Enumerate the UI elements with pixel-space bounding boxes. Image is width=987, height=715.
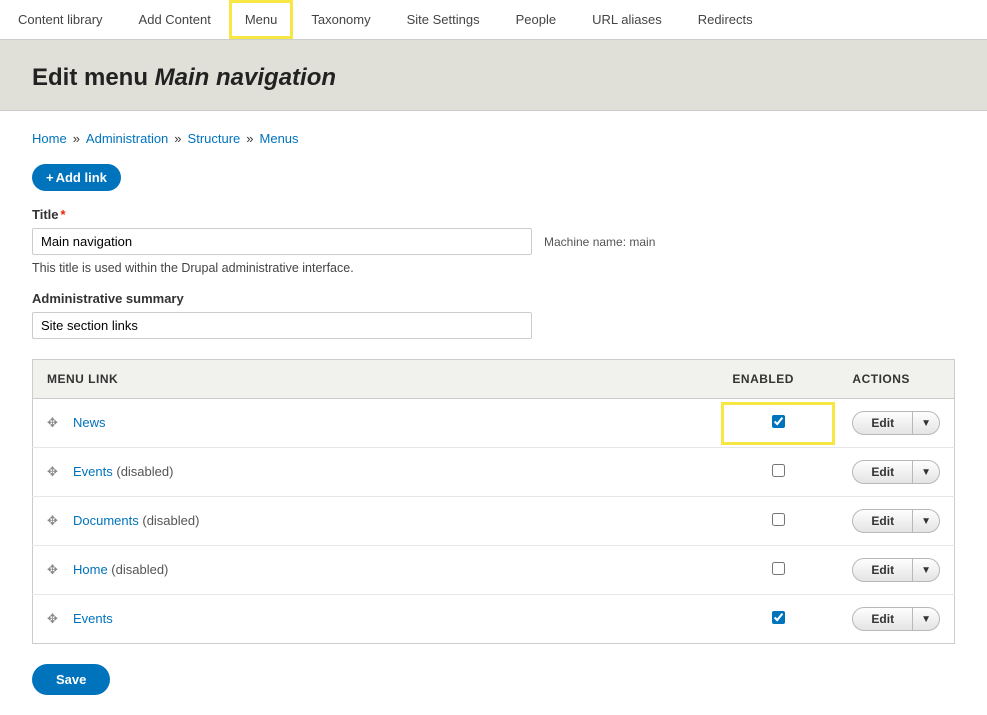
machine-name-text: Machine name: main xyxy=(544,235,655,249)
actions-dropbutton: Edit ▼ xyxy=(852,411,940,435)
title-help-text: This title is used within the Drupal adm… xyxy=(32,261,955,275)
page-header: Edit menu Main navigation xyxy=(0,40,987,111)
edit-button[interactable]: Edit xyxy=(853,608,913,630)
drag-handle-icon[interactable]: ✥ xyxy=(47,415,63,431)
top-nav-item-redirects[interactable]: Redirects xyxy=(680,0,771,39)
drag-handle-icon[interactable]: ✥ xyxy=(47,464,63,480)
actions-caret-button[interactable]: ▼ xyxy=(913,461,939,483)
breadcrumb: Home » Administration » Structure » Menus xyxy=(32,131,955,146)
table-row: ✥ Home (disabled) Edit ▼ xyxy=(33,546,955,595)
table-row: ✥ News Edit ▼ xyxy=(33,399,955,448)
top-nav-item-people[interactable]: People xyxy=(498,0,574,39)
actions-dropbutton: Edit ▼ xyxy=(852,460,940,484)
actions-caret-button[interactable]: ▼ xyxy=(913,608,939,630)
breadcrumb-link-administration[interactable]: Administration xyxy=(86,131,168,146)
enabled-checkbox[interactable] xyxy=(772,464,785,477)
col-header-actions: ACTIONS xyxy=(838,360,954,399)
table-row: ✥ Documents (disabled) Edit ▼ xyxy=(33,497,955,546)
menu-link-name[interactable]: Home xyxy=(73,562,108,577)
plus-icon: + xyxy=(46,170,54,185)
top-nav-item-add-content[interactable]: Add Content xyxy=(121,0,229,39)
edit-button[interactable]: Edit xyxy=(853,559,913,581)
chevron-down-icon: ▼ xyxy=(921,516,931,527)
enabled-cell xyxy=(718,399,838,448)
enabled-cell xyxy=(718,497,838,546)
breadcrumb-link-structure[interactable]: Structure xyxy=(188,131,241,146)
menu-link-name[interactable]: Events xyxy=(73,611,113,626)
actions-cell: Edit ▼ xyxy=(838,399,954,448)
disabled-tag: (disabled) xyxy=(113,464,174,479)
menu-links-table: MENU LINK ENABLED ACTIONS ✥ News Edit ▼ ✥ Eve… xyxy=(32,359,955,644)
page-title-name: Main navigation xyxy=(155,64,336,91)
menu-link-cell: ✥ Documents (disabled) xyxy=(33,497,719,546)
menu-link-name[interactable]: News xyxy=(73,415,106,430)
chevron-down-icon: ▼ xyxy=(921,418,931,429)
top-nav-item-site-settings[interactable]: Site Settings xyxy=(389,0,498,39)
edit-button[interactable]: Edit xyxy=(853,412,913,434)
save-button[interactable]: Save xyxy=(32,664,110,695)
enabled-checkbox[interactable] xyxy=(772,611,785,624)
enabled-checkbox[interactable] xyxy=(772,562,785,575)
breadcrumb-link-home[interactable]: Home xyxy=(32,131,67,146)
breadcrumb-link-menus[interactable]: Menus xyxy=(260,131,299,146)
breadcrumb-separator: » xyxy=(174,131,181,146)
edit-button[interactable]: Edit xyxy=(853,461,913,483)
enabled-cell xyxy=(718,546,838,595)
actions-cell: Edit ▼ xyxy=(838,497,954,546)
enabled-cell xyxy=(718,448,838,497)
drag-handle-icon[interactable]: ✥ xyxy=(47,513,63,529)
drag-handle-icon[interactable]: ✥ xyxy=(47,611,63,627)
menu-link-cell: ✥ Events (disabled) xyxy=(33,448,719,497)
summary-field-group: Administrative summary xyxy=(32,291,955,339)
breadcrumb-separator: » xyxy=(73,131,80,146)
content-region: Home » Administration » Structure » Menus +Add… xyxy=(0,111,987,715)
actions-cell: Edit ▼ xyxy=(838,448,954,497)
menu-link-cell: ✥ Events xyxy=(33,595,719,644)
actions-cell: Edit ▼ xyxy=(838,595,954,644)
menu-link-cell: ✥ News xyxy=(33,399,719,448)
chevron-down-icon: ▼ xyxy=(921,614,931,625)
top-nav-item-menu[interactable]: Menu xyxy=(229,0,294,39)
actions-caret-button[interactable]: ▼ xyxy=(913,412,939,434)
top-nav-item-content-library[interactable]: Content library xyxy=(0,0,121,39)
col-header-enabled: ENABLED xyxy=(718,360,838,399)
actions-caret-button[interactable]: ▼ xyxy=(913,559,939,581)
breadcrumb-separator: » xyxy=(246,131,253,146)
drag-handle-icon[interactable]: ✥ xyxy=(47,562,63,578)
table-row: ✥ Events (disabled) Edit ▼ xyxy=(33,448,955,497)
summary-input[interactable] xyxy=(32,312,532,339)
actions-cell: Edit ▼ xyxy=(838,546,954,595)
table-row: ✥ Events Edit ▼ xyxy=(33,595,955,644)
menu-link-name[interactable]: Documents xyxy=(73,513,139,528)
col-header-link: MENU LINK xyxy=(33,360,719,399)
disabled-tag: (disabled) xyxy=(108,562,169,577)
disabled-tag: (disabled) xyxy=(139,513,200,528)
summary-label: Administrative summary xyxy=(32,291,955,306)
enabled-cell xyxy=(718,595,838,644)
add-link-button[interactable]: +Add link xyxy=(32,164,121,191)
edit-button[interactable]: Edit xyxy=(853,510,913,532)
actions-dropbutton: Edit ▼ xyxy=(852,509,940,533)
title-input[interactable] xyxy=(32,228,532,255)
menu-link-name[interactable]: Events xyxy=(73,464,113,479)
page-title-prefix: Edit menu xyxy=(32,64,155,91)
actions-caret-button[interactable]: ▼ xyxy=(913,510,939,532)
top-nav: Content libraryAdd ContentMenuTaxonomySi… xyxy=(0,0,987,40)
chevron-down-icon: ▼ xyxy=(921,467,931,478)
page-title: Edit menu Main navigation xyxy=(32,64,955,92)
chevron-down-icon: ▼ xyxy=(921,565,931,576)
menu-links-tbody: ✥ News Edit ▼ ✥ Events (disabled) Edit ▼ ✥ Docume… xyxy=(33,399,955,644)
add-link-label: Add link xyxy=(56,170,107,185)
menu-link-cell: ✥ Home (disabled) xyxy=(33,546,719,595)
enabled-checkbox[interactable] xyxy=(772,513,785,526)
top-nav-item-url-aliases[interactable]: URL aliases xyxy=(574,0,680,39)
actions-dropbutton: Edit ▼ xyxy=(852,558,940,582)
title-field-group: Title* Machine name: main This title is … xyxy=(32,207,955,275)
required-star-icon: * xyxy=(61,207,66,222)
actions-dropbutton: Edit ▼ xyxy=(852,607,940,631)
top-nav-item-taxonomy[interactable]: Taxonomy xyxy=(293,0,388,39)
enabled-checkbox[interactable] xyxy=(772,415,785,428)
title-label: Title* xyxy=(32,207,955,222)
